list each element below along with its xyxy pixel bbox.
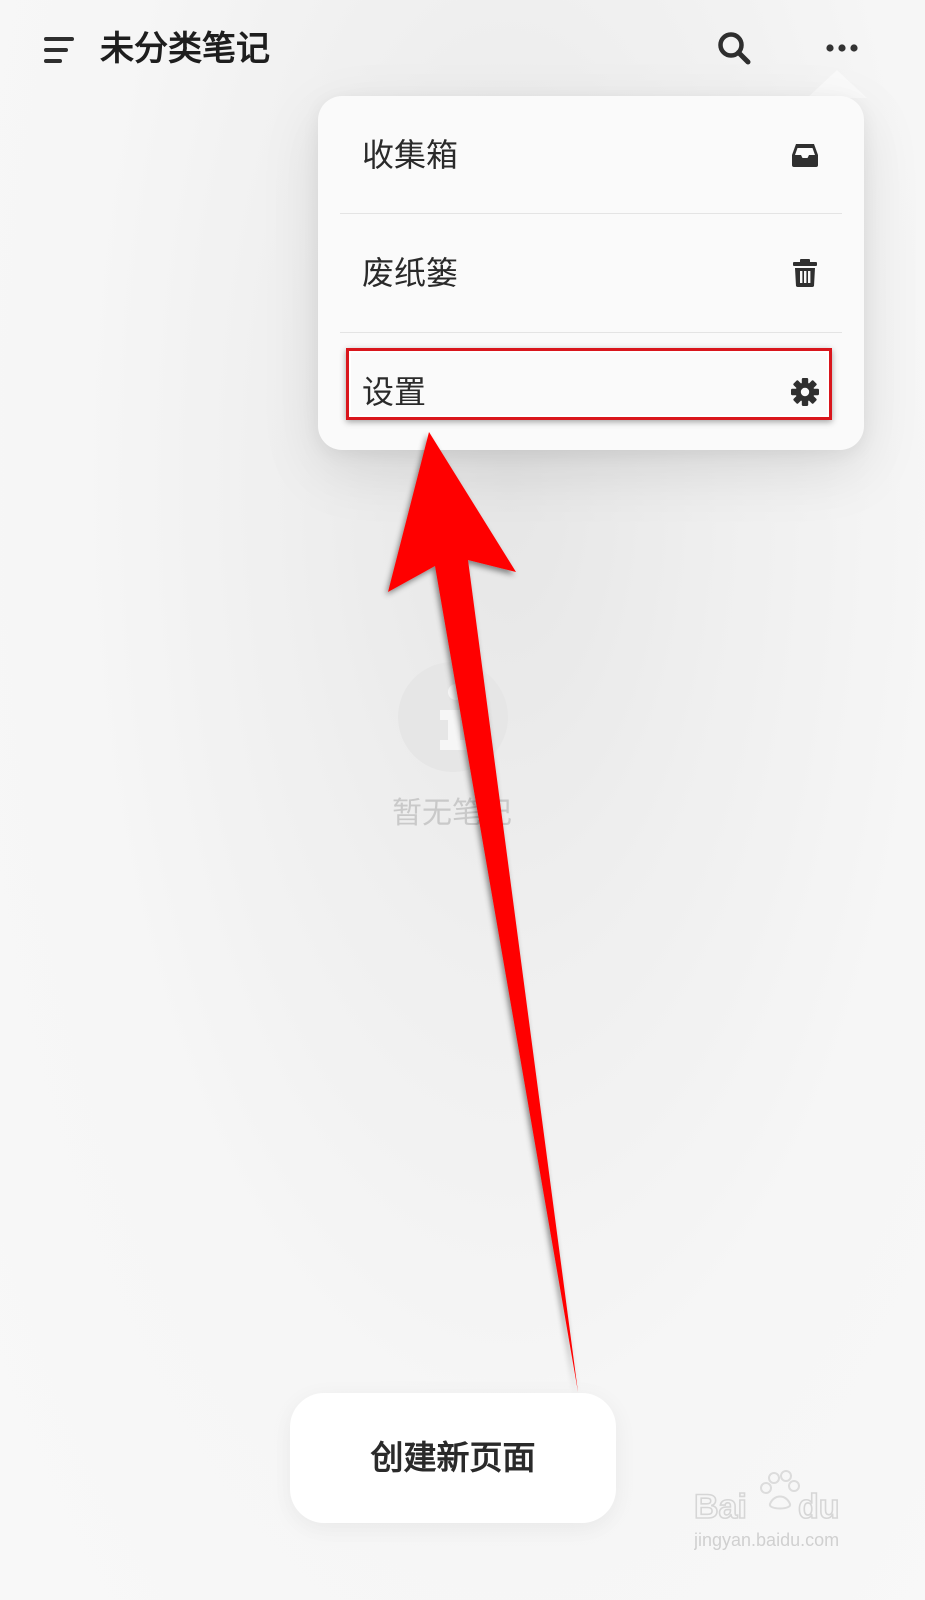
app-screen: 未分类笔记 暂无笔记 收集箱 废纸篓 设置 创建新页面 Bai du jingy… — [0, 0, 925, 1600]
empty-state-text: 暂无笔记 — [392, 796, 512, 831]
svg-text:Bai: Bai — [694, 1488, 747, 1526]
menu-icon[interactable] — [40, 30, 80, 70]
page-title: 未分类笔记 — [100, 29, 270, 69]
svg-text:du: du — [798, 1488, 840, 1526]
dropdown-arrow — [807, 70, 867, 98]
create-page-button[interactable]: 创建新页面 — [290, 1393, 616, 1523]
settings-highlight-box — [346, 348, 832, 420]
menu-item-label: 收集箱 — [362, 136, 459, 174]
menu-item-label: 废纸篓 — [362, 254, 459, 292]
more-icon[interactable] — [820, 30, 864, 66]
menu-item-inbox[interactable]: 收集箱 — [340, 96, 842, 214]
search-icon[interactable] — [714, 28, 754, 68]
baidu-watermark: Bai du jingyan.baidu.com — [694, 1470, 840, 1550]
top-bar: 未分类笔记 — [0, 0, 925, 100]
menu-item-trash[interactable]: 废纸篓 — [340, 214, 842, 332]
create-page-label: 创建新页面 — [370, 1438, 536, 1477]
inbox-icon — [790, 140, 820, 170]
svg-text:jingyan.baidu.com: jingyan.baidu.com — [694, 1530, 839, 1550]
info-icon — [398, 662, 508, 772]
trash-icon — [790, 258, 820, 288]
